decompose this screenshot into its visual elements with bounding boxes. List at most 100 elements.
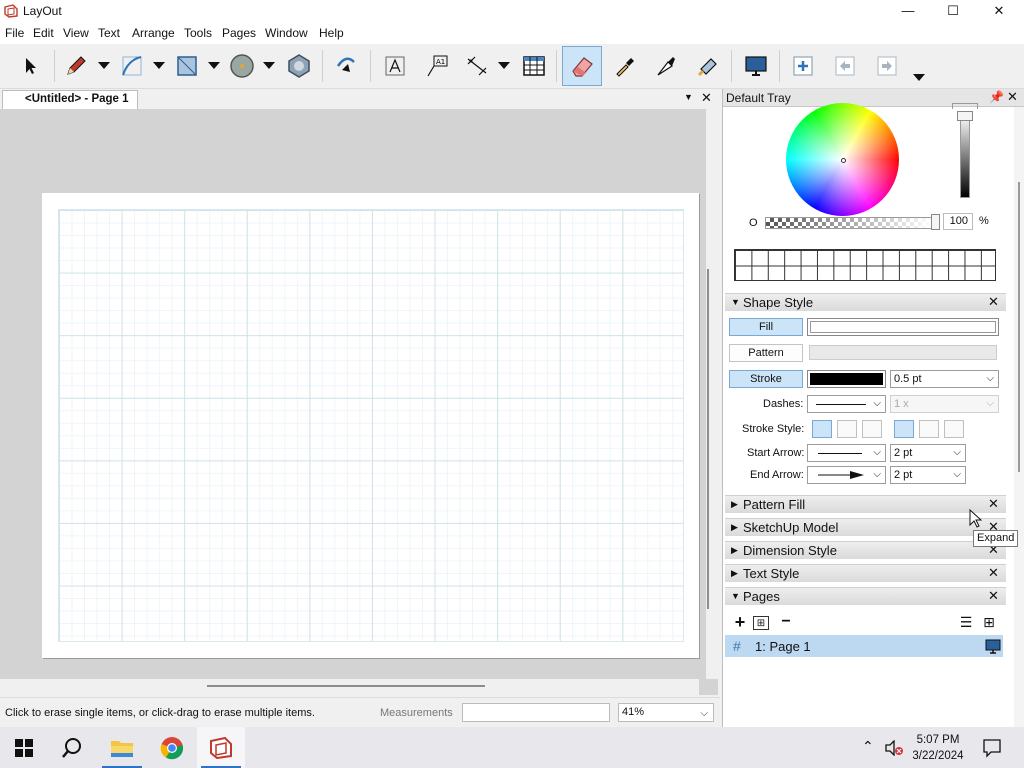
list-view-icon[interactable]: ☰ (957, 615, 975, 631)
menu-pages[interactable]: Pages (222, 26, 256, 40)
menu-help[interactable]: Help (319, 26, 344, 40)
opacity-slider[interactable] (765, 217, 935, 229)
stroke-color-well[interactable] (807, 370, 886, 388)
search-button[interactable] (48, 727, 96, 768)
drawing-canvas[interactable] (0, 109, 706, 679)
tray-scroll-thumb[interactable] (1018, 182, 1020, 472)
page-list-item[interactable]: # 1: Page 1 (725, 635, 1003, 657)
menu-window[interactable]: Window (265, 26, 308, 40)
menu-text[interactable]: Text (98, 26, 120, 40)
menu-tools[interactable]: Tools (184, 26, 212, 40)
join-tool-button[interactable] (690, 48, 726, 84)
circle-tool-button[interactable] (224, 48, 260, 84)
system-clock[interactable]: 5:07 PM 3/22/2024 (908, 732, 968, 764)
style-tool-button[interactable] (607, 48, 643, 84)
chevron-down-icon[interactable] (98, 62, 110, 69)
file-explorer-button[interactable] (98, 727, 146, 768)
pattern-toggle-button[interactable]: Pattern (729, 344, 803, 362)
cap-square-button[interactable] (944, 420, 964, 438)
vertical-scrollbar[interactable] (706, 109, 718, 679)
close-tray-icon[interactable]: ✕ (1007, 89, 1018, 105)
menu-view[interactable]: View (63, 26, 89, 40)
brightness-slider[interactable] (960, 114, 970, 198)
chevron-down-icon[interactable] (498, 62, 510, 69)
menu-arrange[interactable]: Arrange (132, 26, 175, 40)
dimension-tool-button[interactable] (459, 48, 495, 84)
polygon-tool-button[interactable] (281, 48, 317, 84)
close-document-icon[interactable]: ✕ (701, 90, 712, 106)
brightness-slider-knob[interactable] (957, 111, 973, 121)
join-miter-button[interactable] (812, 420, 832, 438)
color-picker-cursor[interactable] (841, 158, 846, 163)
section-pages[interactable]: ▼ Pages ✕ (725, 587, 1006, 605)
close-section-icon[interactable]: ✕ (988, 294, 999, 310)
section-text-style[interactable]: ▶ Text Style ✕ (725, 564, 1006, 582)
chevron-down-icon[interactable] (153, 62, 165, 69)
arc-tool-button[interactable] (114, 48, 150, 84)
pattern-well[interactable] (809, 345, 997, 360)
fill-color-well[interactable] (807, 318, 999, 336)
chevron-down-icon[interactable] (208, 62, 220, 69)
line-tool-button[interactable] (58, 48, 94, 84)
tab-list-chevron-icon[interactable]: ▼ (684, 92, 693, 102)
close-button[interactable]: ✕ (976, 0, 1022, 23)
color-swatch-grid[interactable] (734, 249, 996, 281)
section-pattern-fill[interactable]: ▶ Pattern Fill ✕ (725, 495, 1006, 513)
notifications-icon[interactable] (982, 738, 1002, 758)
duplicate-page-icon[interactable]: ⊞ (753, 616, 769, 630)
section-shape-style[interactable]: ▼ Shape Style ✕ (725, 293, 1006, 311)
split-tool-button[interactable] (648, 48, 684, 84)
add-page-icon[interactable]: + (731, 613, 749, 631)
join-bevel-button[interactable] (862, 420, 882, 438)
eraser-tool-button[interactable] (562, 46, 602, 86)
document-tab[interactable]: <Untitled> - Page 1 (2, 90, 138, 109)
text-tool-button[interactable] (377, 48, 413, 84)
fill-toggle-button[interactable]: Fill (729, 318, 803, 336)
start-button[interactable] (0, 727, 48, 768)
cap-round-button[interactable] (919, 420, 939, 438)
chevron-down-icon[interactable] (263, 62, 275, 69)
section-sketchup-model[interactable]: ▶ SketchUp Model ✕ (725, 518, 1006, 536)
opacity-value-input[interactable]: 100 (943, 213, 973, 230)
section-dimension-style[interactable]: ▶ Dimension Style ✕ (725, 541, 1006, 559)
cap-flat-button[interactable] (894, 420, 914, 438)
horizontal-scrollbar[interactable] (0, 679, 706, 695)
add-page-button[interactable] (785, 48, 821, 84)
minimize-button[interactable]: — (885, 0, 931, 23)
color-wheel[interactable] (786, 103, 899, 216)
measurements-input[interactable] (462, 703, 610, 722)
thumbnail-view-icon[interactable]: ⊞ (980, 615, 998, 631)
pin-icon[interactable]: 📌 (989, 90, 1004, 104)
start-arrow-size-select[interactable]: 2 pt ⌵ (890, 444, 966, 462)
table-tool-button[interactable] (516, 48, 552, 84)
end-arrow-size-select[interactable]: 2 pt ⌵ (890, 466, 966, 484)
chrome-button[interactable] (148, 727, 196, 768)
delete-page-icon[interactable]: − (777, 614, 795, 631)
join-round-button[interactable] (837, 420, 857, 438)
close-section-icon[interactable]: ✕ (988, 588, 999, 604)
zoom-select[interactable]: 41% ⌵ (618, 703, 714, 722)
dash-pattern-select[interactable]: ⌵ (807, 395, 886, 413)
rectangle-tool-button[interactable] (169, 48, 205, 84)
previous-page-button[interactable] (827, 48, 863, 84)
select-tool-button[interactable] (12, 48, 48, 84)
close-section-icon[interactable]: ✕ (988, 565, 999, 581)
presentation-button[interactable] (738, 48, 774, 84)
paper-page[interactable] (42, 193, 699, 658)
presentation-monitor-icon[interactable] (985, 639, 1001, 654)
layout-taskbar-button[interactable] (197, 727, 245, 768)
toolbar-overflow-chevron-icon[interactable] (913, 74, 925, 81)
menu-edit[interactable]: Edit (33, 26, 54, 40)
vertical-scroll-thumb[interactable] (707, 269, 709, 609)
start-arrow-select[interactable]: ⌵ (807, 444, 886, 462)
volume-muted-icon[interactable] (884, 740, 904, 756)
end-arrow-select[interactable]: ⌵ (807, 466, 886, 484)
label-tool-button[interactable]: A1 (419, 48, 455, 84)
next-page-button[interactable] (869, 48, 905, 84)
close-section-icon[interactable]: ✕ (988, 496, 999, 512)
stroke-width-select[interactable]: 0.5 pt ⌵ (890, 370, 999, 388)
tray-scrollbar[interactable] (1014, 107, 1024, 727)
offset-tool-button[interactable] (328, 48, 364, 84)
show-hidden-icons-chevron-icon[interactable]: ⌃ (862, 738, 874, 755)
menu-file[interactable]: File (5, 26, 24, 40)
